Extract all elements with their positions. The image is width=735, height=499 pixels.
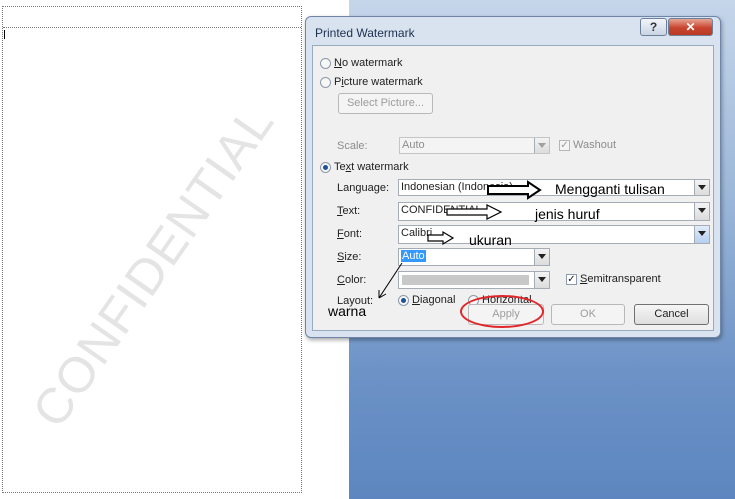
select-picture-button[interactable]: Select Picture... (338, 93, 433, 114)
size-combobox[interactable]: Auto (398, 248, 550, 266)
diagonal-radio[interactable] (398, 294, 409, 306)
no-watermark-accel: N (334, 57, 342, 70)
color-label: Color: (337, 274, 366, 286)
color-annotation: warna (328, 303, 367, 319)
font-annotation: jenis huruf (535, 206, 600, 222)
color-label-rest: olor: (344, 274, 367, 286)
text-watermark-option[interactable]: Text watermark (320, 161, 409, 173)
document-page: CONFIDENTIAL (2, 6, 302, 493)
font-value: Calibri (401, 227, 433, 239)
chevron-down-icon[interactable] (694, 180, 709, 195)
washout-label: Washout (573, 139, 617, 152)
apply-highlight-ellipse (460, 295, 544, 328)
picture-watermark-option[interactable]: Picture watermark (320, 76, 423, 88)
size-value: Auto (401, 250, 426, 262)
no-watermark-label: o watermark (341, 57, 403, 70)
header-divider (3, 27, 301, 28)
color-dropdown[interactable] (398, 271, 550, 289)
page-watermark: CONFIDENTIAL (21, 94, 285, 438)
diagonal-option[interactable]: Diagonal (398, 294, 455, 306)
text-label-rest: ext: (342, 205, 361, 217)
size-label-rest: ize: (344, 251, 362, 263)
chevron-down-icon[interactable] (694, 203, 709, 220)
picture-watermark-label: cture watermark (343, 76, 423, 89)
cancel-button[interactable]: Cancel (634, 304, 709, 325)
diagonal-accel: D (412, 294, 420, 307)
no-watermark-option[interactable]: No watermark (320, 57, 402, 69)
color-accel: C (337, 274, 345, 286)
chevron-down-icon[interactable] (534, 138, 549, 153)
text-watermark-radio[interactable] (320, 161, 331, 173)
font-dropdown[interactable]: Calibri (398, 225, 710, 244)
washout-checkbox[interactable]: ✓ (559, 139, 570, 151)
text-label: Text: (337, 205, 360, 217)
text-watermark-label: t watermark (351, 161, 409, 174)
semitransparent-checkbox[interactable]: ✓ (566, 273, 577, 285)
chevron-down-icon[interactable] (694, 226, 709, 243)
text-annotation: Mengganti tulisan (555, 181, 665, 197)
language-value: Indonesian (Indonesia) (401, 181, 513, 193)
close-button[interactable]: ✕ (668, 18, 713, 36)
color-swatch (402, 275, 529, 285)
picture-watermark-radio[interactable] (320, 76, 331, 88)
dialog-title: Printed Watermark (315, 26, 415, 40)
size-annotation: ukuran (469, 232, 512, 248)
scale-label: Scale: (337, 140, 368, 152)
text-cursor (4, 30, 5, 39)
semitransparent-option[interactable]: ✓ Semitransparent (566, 273, 661, 285)
language-label-pre: Lan (337, 182, 356, 194)
chevron-down-icon[interactable] (534, 249, 549, 265)
language-label: Language: (337, 182, 389, 194)
ok-button[interactable]: OK (551, 304, 625, 325)
printed-watermark-dialog: Printed Watermark ? ✕ No watermark Pictu… (305, 16, 721, 338)
scale-dropdown[interactable]: Auto (399, 137, 550, 154)
language-label-rest: uage: (361, 182, 390, 194)
scale-value: Auto (402, 139, 425, 151)
semitransparent-label: emitransparent (587, 273, 661, 286)
chevron-down-icon[interactable] (534, 272, 549, 288)
font-accel: F (337, 228, 344, 240)
washout-option[interactable]: ✓ Washout (559, 139, 616, 151)
help-button[interactable]: ? (640, 18, 667, 36)
size-label: Size: (337, 251, 361, 263)
dialog-titlebar: Printed Watermark ? ✕ (306, 17, 720, 45)
text-value: CONFIDENTIAL (401, 204, 482, 216)
text-watermark-label-pre: Te (334, 161, 346, 174)
no-watermark-radio[interactable] (320, 57, 331, 69)
font-label: Font: (337, 228, 362, 240)
diagonal-label: iagonal (419, 294, 456, 307)
font-label-rest: ont: (343, 228, 363, 240)
